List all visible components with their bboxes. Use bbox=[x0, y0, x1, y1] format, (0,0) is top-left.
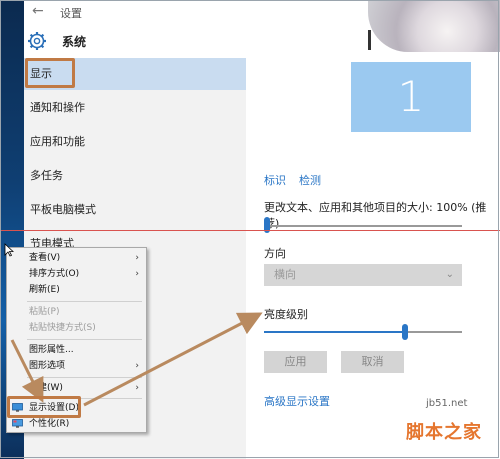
menu-item-label: 刷新(E) bbox=[29, 285, 60, 295]
monitor-preview[interactable]: 1 bbox=[351, 62, 471, 132]
menu-item-paste[interactable]: 粘贴(P) bbox=[7, 304, 146, 320]
brightness-label: 亮度级别 bbox=[264, 308, 308, 321]
chevron-right-icon: › bbox=[135, 253, 139, 263]
orientation-dropdown[interactable]: 横向 ⌄ bbox=[264, 264, 462, 286]
orientation-label: 方向 bbox=[264, 247, 286, 260]
menu-item-sort[interactable]: 排序方式(O) › bbox=[7, 266, 146, 282]
menu-item-label: 粘贴(P) bbox=[29, 307, 60, 317]
apply-button[interactable]: 应用 bbox=[264, 351, 327, 373]
sidebar-item-tablet-mode[interactable]: 平板电脑模式 bbox=[24, 194, 246, 226]
watermark-name: 脚本之家 bbox=[406, 422, 482, 443]
mouse-cursor-icon bbox=[4, 243, 14, 257]
watermark-url: jb51.net bbox=[426, 398, 468, 409]
sidebar-item-label: 平板电脑模式 bbox=[30, 203, 96, 216]
menu-item-graphics-properties[interactable]: 图形属性... bbox=[7, 342, 146, 358]
menu-item-graphics-options[interactable]: 图形选项 › bbox=[7, 358, 146, 374]
sidebar-item-label: 通知和操作 bbox=[30, 101, 85, 114]
brightness-slider-thumb[interactable] bbox=[402, 324, 409, 340]
menu-separator bbox=[27, 301, 142, 302]
chevron-right-icon: › bbox=[135, 269, 139, 279]
watermark: jb51.net 脚本之家 bbox=[396, 392, 500, 459]
advanced-display-link[interactable]: 高级显示设置 bbox=[264, 393, 330, 409]
menu-item-paste-shortcut[interactable]: 粘贴快捷方式(S) bbox=[7, 320, 146, 336]
page-title: 系统 bbox=[62, 35, 87, 49]
menu-item-personalize[interactable]: 个性化(R) bbox=[7, 416, 146, 432]
menu-item-new[interactable]: 新建(W) › bbox=[7, 380, 146, 396]
scale-slider-track[interactable] bbox=[264, 225, 462, 227]
sidebar-item-notifications[interactable]: 通知和操作 bbox=[24, 92, 246, 124]
brightness-slider-fill bbox=[264, 331, 403, 333]
menu-item-view[interactable]: 查看(V) › bbox=[7, 250, 146, 266]
menu-item-label: 图形选项 bbox=[29, 361, 66, 371]
menu-item-label: 图形属性... bbox=[29, 345, 74, 355]
chevron-down-icon: ⌄ bbox=[445, 269, 454, 280]
sidebar-item-apps[interactable]: 应用和功能 bbox=[24, 126, 246, 158]
detect-link[interactable]: 检测 bbox=[299, 172, 321, 188]
cancel-button[interactable]: 取消 bbox=[341, 351, 404, 373]
menu-item-refresh[interactable]: 刷新(E) bbox=[7, 282, 146, 298]
menu-separator bbox=[27, 377, 142, 378]
identify-link[interactable]: 标识 bbox=[264, 172, 286, 188]
gear-icon bbox=[28, 32, 46, 50]
menu-separator bbox=[27, 339, 142, 340]
sidebar-highlight-box bbox=[25, 58, 75, 88]
menu-item-label: 粘贴快捷方式(S) bbox=[29, 323, 96, 333]
context-menu-highlight-box bbox=[7, 396, 81, 418]
camera-overlay-image bbox=[368, 0, 500, 52]
menu-item-label: 新建(W) bbox=[29, 383, 63, 393]
orientation-value: 横向 bbox=[274, 268, 296, 281]
camera-overlay-edge bbox=[368, 30, 371, 50]
menu-item-label: 个性化(R) bbox=[29, 419, 70, 429]
guide-line bbox=[0, 230, 500, 231]
menu-item-label: 排序方式(O) bbox=[29, 269, 80, 279]
back-arrow-icon[interactable]: ← bbox=[32, 3, 44, 19]
sidebar-item-label: 多任务 bbox=[30, 169, 63, 182]
chevron-right-icon: › bbox=[135, 383, 139, 393]
chevron-right-icon: › bbox=[135, 361, 139, 371]
personalize-icon bbox=[12, 419, 23, 428]
system-header: 系统 bbox=[24, 28, 246, 54]
sidebar-item-multitasking[interactable]: 多任务 bbox=[24, 160, 246, 192]
window-title: 设置 bbox=[60, 7, 82, 20]
menu-item-label: 查看(V) bbox=[29, 253, 61, 263]
sidebar-item-label: 应用和功能 bbox=[30, 135, 85, 148]
